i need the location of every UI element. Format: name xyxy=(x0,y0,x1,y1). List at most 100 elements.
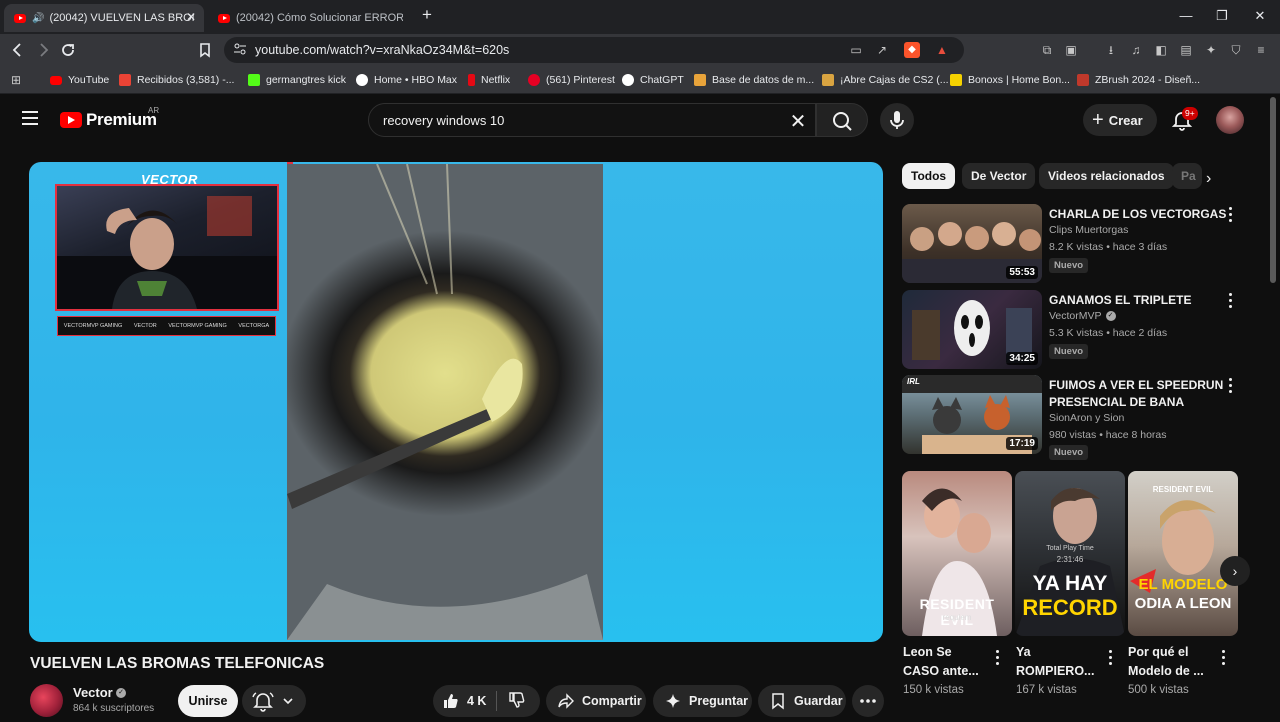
chip-partial[interactable]: Pa xyxy=(1172,163,1202,189)
related-channel[interactable]: VectorMVP ✓ xyxy=(1049,310,1116,322)
bookmark-gmail[interactable]: Recibidos (3,581) -... xyxy=(119,72,234,88)
related-channel[interactable]: SionAron y Sion xyxy=(1049,412,1124,424)
short-thumbnail[interactable]: Total Play Time 2:31:46 YA HAY RECORD xyxy=(1015,471,1125,636)
related-video[interactable]: 55:53 CHARLA DE LOS VECTORGAS Clips Muer… xyxy=(902,204,1242,284)
video-thumbnail[interactable]: 55:53 xyxy=(902,204,1042,283)
webcam-title: VECTOR xyxy=(141,172,198,187)
short-title[interactable]: Por qué el Modelo de ... xyxy=(1128,643,1214,681)
youtube-premium-logo[interactable]: Premium xyxy=(60,110,157,130)
maximize-button[interactable]: ❐ xyxy=(1212,8,1232,24)
bookmark-zbrush[interactable]: ZBrush 2024 - Diseñ... xyxy=(1077,72,1200,88)
chevron-right-icon: › xyxy=(1232,563,1238,579)
download-icon[interactable]: ⭳ xyxy=(1103,42,1119,58)
bookmark-bonoxs[interactable]: Bonoxs | Home Bon... xyxy=(950,72,1070,88)
join-button[interactable]: Unirse xyxy=(178,685,238,717)
bookmark-cs2[interactable]: ¡Abre Cajas de CS2 (... xyxy=(822,72,949,88)
bookmark-pinterest[interactable]: (561) Pinterest xyxy=(528,72,615,88)
chevron-right-icon[interactable]: › xyxy=(1206,170,1211,188)
related-title[interactable]: CHARLA DE LOS VECTORGAS xyxy=(1049,206,1227,223)
url-text[interactable]: youtube.com/watch?v=xraNkaOz34M&t=620s xyxy=(255,43,509,57)
short-thumbnail[interactable]: RESIDENT EVIL requiem xyxy=(902,471,1012,636)
short-title[interactable]: Leon Se CASO ante... xyxy=(903,643,989,681)
channel-avatar[interactable] xyxy=(30,684,63,717)
page-scrollbar[interactable] xyxy=(1270,97,1276,283)
related-channel[interactable]: Clips Muertorgas xyxy=(1049,224,1128,236)
chip-label: Todos xyxy=(911,169,947,183)
bookmark-youtube[interactable]: YouTube xyxy=(50,72,109,88)
extensions-icon[interactable]: ⧉ xyxy=(1039,42,1055,58)
split-view-icon[interactable]: ◧ xyxy=(1153,42,1169,58)
video-player[interactable]: VECTOR VECTORMVP GAMING VECTOR VECTORMVP… xyxy=(29,162,883,642)
reload-button[interactable] xyxy=(58,40,78,60)
ask-label: Preguntar xyxy=(689,694,749,708)
short-title[interactable]: Ya ROMPIERO... xyxy=(1016,643,1102,681)
wallet-icon[interactable]: ▤ xyxy=(1178,42,1194,58)
brave-shield-icon[interactable]: ◆ xyxy=(904,42,920,58)
user-avatar[interactable] xyxy=(1216,106,1244,134)
more-vertical-icon[interactable] xyxy=(1225,378,1235,396)
share-icon[interactable]: ↗ xyxy=(874,42,890,58)
channel-name[interactable]: Vector xyxy=(73,685,113,700)
save-button[interactable]: Guardar xyxy=(758,685,846,717)
new-tab-button[interactable]: + xyxy=(417,5,437,25)
bookmark-page-icon[interactable] xyxy=(195,40,215,60)
omnibox[interactable]: youtube.com/watch?v=xraNkaOz34M&t=620s ▭… xyxy=(224,37,964,63)
bookmark-chatgpt[interactable]: ChatGPT xyxy=(622,72,684,88)
video-thumbnail[interactable]: IRL 17:19 xyxy=(902,375,1042,454)
search-button[interactable] xyxy=(816,103,868,137)
back-button[interactable] xyxy=(8,40,28,60)
browser-tab[interactable]: (20042) Cómo Solucionar ERROR 0xc xyxy=(208,4,413,32)
chip-todos[interactable]: Todos xyxy=(902,163,956,189)
verified-check-icon: ✓ xyxy=(116,688,126,698)
search-query[interactable]: recovery windows 10 xyxy=(383,113,504,128)
more-vertical-icon[interactable] xyxy=(1225,207,1235,225)
share-button[interactable]: Compartir xyxy=(546,685,646,717)
more-vertical-icon[interactable] xyxy=(1105,650,1115,668)
short-thumbnail[interactable]: RESIDENT EVIL EL MODELO ODIA A LEON xyxy=(1128,471,1238,636)
browser-tab-active[interactable]: 🔊 (20042) VUELVEN LAS BROMA ✕ xyxy=(4,4,204,32)
more-vertical-icon[interactable] xyxy=(992,650,1002,668)
hamburger-menu-icon[interactable] xyxy=(22,111,38,125)
brave-rewards-icon[interactable]: ▲ xyxy=(934,42,950,58)
youtube-logo-icon xyxy=(60,112,82,128)
more-actions-button[interactable] xyxy=(852,685,884,717)
chip-label: Videos relacionados xyxy=(1048,169,1165,183)
minimize-button[interactable]: — xyxy=(1176,8,1196,23)
related-video[interactable]: IRL 17:19 FUIMOS A VER EL SPEEDRUN PRESE… xyxy=(902,375,1242,460)
forward-button[interactable] xyxy=(33,40,53,60)
more-vertical-icon[interactable] xyxy=(1225,293,1235,311)
related-title[interactable]: FUIMOS A VER EL SPEEDRUN PRESENCIAL DE B… xyxy=(1049,377,1227,411)
media-icon[interactable]: ♫ xyxy=(1128,42,1144,58)
shorts-next-button[interactable]: › xyxy=(1220,556,1250,586)
related-title[interactable]: GANAMOS EL TRIPLETE xyxy=(1049,292,1227,309)
like-button[interactable]: 4 K xyxy=(433,691,496,711)
video-thumbnail[interactable]: 34:25 xyxy=(902,290,1042,369)
speaker-icon: 🔊 xyxy=(32,12,45,24)
sidebar-icon[interactable]: ▣ xyxy=(1063,42,1079,58)
create-button[interactable]: + Crear xyxy=(1083,104,1157,136)
subscription-bell-button[interactable] xyxy=(242,685,306,717)
cast-icon[interactable]: ▭ xyxy=(848,42,864,58)
ask-button[interactable]: Preguntar xyxy=(653,685,752,717)
site-info-icon[interactable] xyxy=(233,42,247,61)
vpn-icon[interactable]: ⛉ xyxy=(1228,42,1244,58)
chip-videos-relacionados[interactable]: Videos relacionados xyxy=(1039,163,1174,189)
bookmark-hbo[interactable]: Home • HBO Max xyxy=(356,72,457,88)
more-vertical-icon[interactable] xyxy=(1218,650,1228,668)
chip-de-vector[interactable]: De Vector xyxy=(962,163,1036,189)
voice-search-button[interactable] xyxy=(880,103,914,137)
dislike-button[interactable] xyxy=(497,690,527,713)
leo-ai-icon[interactable]: ✦ xyxy=(1203,42,1219,58)
bookmark-database[interactable]: Base de datos de m... xyxy=(694,72,814,88)
microphone-icon xyxy=(890,111,904,129)
related-video[interactable]: 34:25 GANAMOS EL TRIPLETE VectorMVP ✓ 5.3… xyxy=(902,290,1242,370)
bookmark-netflix[interactable]: Netflix xyxy=(468,72,510,88)
clear-search-icon[interactable]: ✕ xyxy=(787,109,809,134)
bookmark-kick[interactable]: germangtres kick xyxy=(248,72,346,88)
apps-grid-icon[interactable]: ⊞ xyxy=(8,72,24,88)
tab-close-icon[interactable]: ✕ xyxy=(186,10,196,24)
search-input[interactable]: recovery windows 10 ✕ xyxy=(368,103,816,137)
menu-icon[interactable]: ≡ xyxy=(1253,42,1269,58)
close-window-button[interactable]: ✕ xyxy=(1250,8,1270,24)
video-title: VUELVEN LAS BROMAS TELEFONICAS xyxy=(30,655,325,672)
